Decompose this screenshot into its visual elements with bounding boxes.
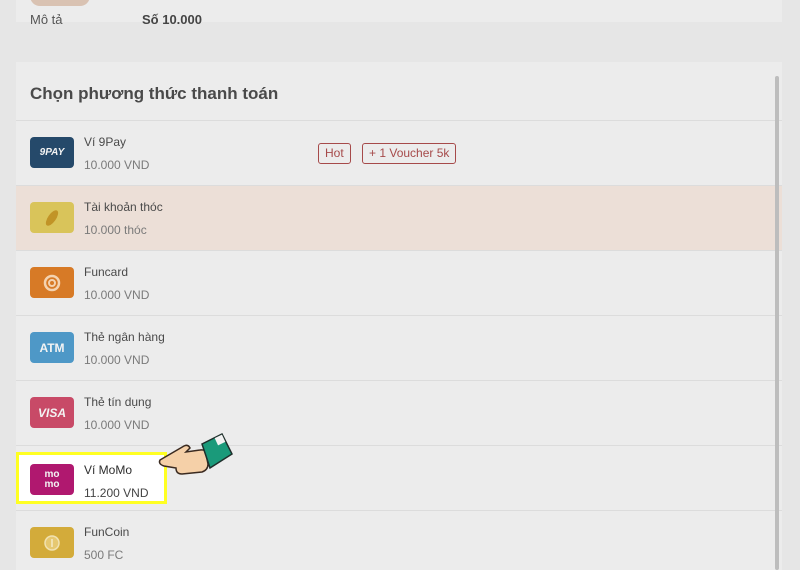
method-amount: 11.200 VND	[84, 486, 149, 500]
page-title: Chọn phương thức thanh toán	[30, 84, 279, 103]
visa-icon: VISA	[30, 397, 74, 428]
funcard-swirl-icon	[30, 267, 74, 298]
rice-grain-icon	[30, 202, 74, 233]
method-amount: 10.000 VND	[84, 353, 150, 367]
momo-icon: mo mo	[30, 464, 74, 495]
atm-icon: ATM	[30, 332, 74, 363]
method-name: Ví MoMo	[84, 463, 133, 477]
payment-method-funcoin[interactable]: FunCoin 500 FC	[16, 511, 782, 570]
method-name: Tài khoản thóc	[84, 200, 163, 214]
method-name: FunCoin	[84, 525, 130, 539]
method-amount: 10.000 VND	[84, 158, 150, 172]
coin-icon	[30, 527, 74, 558]
voucher-badge: + 1 Voucher 5k	[362, 143, 457, 164]
scrollbar[interactable]	[775, 76, 779, 570]
product-thumbnail	[30, 0, 90, 6]
method-name: Thẻ tín dụng	[84, 395, 152, 409]
method-amount: 10.000 thóc	[84, 223, 147, 237]
payment-method-9pay[interactable]: 9PAY Ví 9Pay 10.000 VND Hot + 1 Voucher …	[16, 121, 782, 186]
method-name: Funcard	[84, 265, 129, 279]
payment-method-atm[interactable]: ATM Thẻ ngân hàng 10.000 VND	[16, 316, 782, 381]
method-amount: 500 FC	[84, 548, 124, 562]
method-name: Ví 9Pay	[84, 135, 127, 149]
order-summary-row: Mô tả Số 10.000	[16, 12, 782, 32]
summary-value: Số 10.000	[142, 12, 202, 27]
hot-badge: Hot	[318, 143, 351, 164]
method-amount: 10.000 VND	[84, 288, 150, 302]
pointing-hand-icon	[158, 432, 233, 475]
payment-method-visa[interactable]: VISA Thẻ tín dụng 10.000 VND	[16, 381, 782, 446]
momo-highlight-box[interactable]: mo mo Ví MoMo 11.200 VND	[16, 452, 167, 504]
9pay-icon: 9PAY	[30, 137, 74, 168]
method-name: Thẻ ngân hàng	[84, 330, 165, 344]
summary-label: Mô tả	[30, 12, 63, 27]
payment-method-funcard[interactable]: Funcard 10.000 VND	[16, 251, 782, 316]
method-amount: 10.000 VND	[84, 418, 150, 432]
payment-method-thoc[interactable]: Tài khoản thóc 10.000 thóc	[16, 186, 782, 251]
